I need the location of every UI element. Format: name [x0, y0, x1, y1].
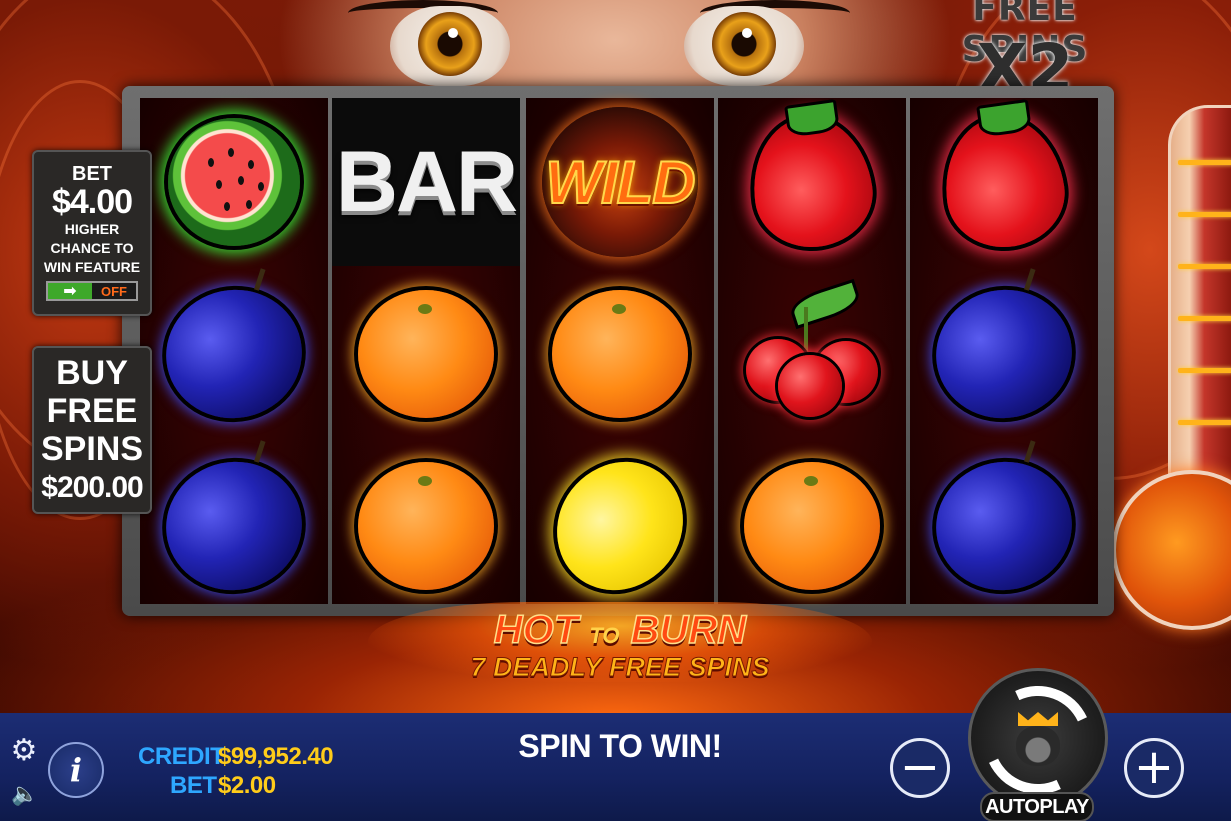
- bet-feature-panel[interactable]: BET $4.00 HIGHER CHANCE TO WIN FEATURE ➡…: [32, 150, 152, 316]
- strawberry-symbol: [744, 109, 880, 255]
- thermometer-tick: [1178, 316, 1231, 321]
- status-message: SPIN TO WIN!: [518, 728, 722, 764]
- thermometer-tick: [1178, 212, 1231, 217]
- orange-symbol: [744, 462, 880, 590]
- plum-symbol: [154, 449, 314, 603]
- reel-cell: [718, 270, 906, 438]
- bet-feature-line3: WIN FEATURE: [43, 259, 141, 275]
- watermelon-symbol: [168, 118, 300, 246]
- orange-symbol: [552, 290, 688, 418]
- reel-cell: [718, 98, 906, 266]
- reel-2: BAR: [332, 98, 520, 604]
- plum-symbol: [154, 277, 314, 431]
- thermometer-tick: [1178, 420, 1231, 425]
- plum-symbol: [924, 277, 1084, 431]
- game-logo-title: HOT TO BURN: [380, 607, 860, 653]
- logo-word-hot: HOT: [493, 607, 579, 653]
- thermometer-tube: [1168, 105, 1231, 515]
- toggle-state-label: OFF: [92, 283, 136, 299]
- thermometer-tick: [1178, 264, 1231, 269]
- arrow-right-icon: ➡: [48, 283, 92, 299]
- thermometer-tick: [1178, 160, 1231, 165]
- buy-free-spins-button[interactable]: BUY FREE SPINS $200.00: [32, 346, 152, 514]
- gear-icon[interactable]: ⚙: [8, 733, 40, 768]
- buy-price: $200.00: [41, 471, 143, 504]
- autoplay-button[interactable]: AUTOPLAY: [980, 792, 1094, 821]
- eye-right: [684, 6, 804, 86]
- reel-4: [718, 98, 906, 604]
- reel-cell: [910, 98, 1098, 266]
- bet-feature-label: BET: [72, 163, 112, 185]
- eye-left: [390, 6, 510, 86]
- game-logo-subtitle: 7 DEADLY FREE SPINS: [470, 652, 770, 683]
- reel-cell: [526, 442, 714, 610]
- logo-word-burn: BURN: [630, 607, 747, 653]
- reel-cell: [140, 98, 328, 266]
- reel-cell: [526, 270, 714, 438]
- reel-cell: [718, 442, 906, 610]
- bar-symbol: BAR: [335, 133, 518, 230]
- reel-cell: [910, 442, 1098, 610]
- thermometer-tick: [1178, 368, 1231, 373]
- buy-label: BUY: [56, 354, 128, 392]
- strawberry-symbol: [936, 109, 1072, 255]
- bet-feature-line2: CHANCE TO: [50, 240, 134, 256]
- orange-symbol: [358, 290, 494, 418]
- wild-symbol: WILD: [542, 107, 698, 257]
- credit-label: CREDIT: [138, 743, 225, 770]
- credit-value: $99,952.40: [218, 743, 334, 770]
- reel-cell: [910, 270, 1098, 438]
- reel-cell: [332, 442, 520, 610]
- reel-1: [140, 98, 328, 604]
- increase-bet-button[interactable]: +: [1124, 738, 1184, 798]
- bet-feature-amount: $4.00: [51, 183, 133, 221]
- bet-feature-toggle[interactable]: ➡ OFF: [46, 281, 138, 301]
- reel-cell: [332, 270, 520, 438]
- plum-symbol: [924, 449, 1084, 603]
- reel-3: WILD: [526, 98, 714, 607]
- bet-label: BET: [170, 772, 217, 799]
- spins-label: SPINS: [40, 430, 144, 468]
- orange-symbol: [358, 462, 494, 590]
- ape-king-icon: [1014, 712, 1062, 768]
- decrease-bet-button[interactable]: −: [890, 738, 950, 798]
- reel-5: [910, 98, 1098, 604]
- wild-label: WILD: [544, 148, 696, 217]
- cherry-symbol: [742, 278, 882, 419]
- reel-cell: [140, 442, 328, 610]
- lemon-symbol: [537, 445, 703, 607]
- bet-feature-line1: HIGHER: [64, 221, 120, 237]
- reel-cell: WILD: [526, 98, 714, 266]
- reel-cell: BAR: [332, 98, 520, 266]
- free-label: FREE: [46, 392, 138, 430]
- reel-cell: [140, 270, 328, 438]
- info-button[interactable]: i: [48, 742, 104, 798]
- speaker-icon[interactable]: 🔈: [10, 780, 40, 808]
- bet-value: $2.00: [218, 772, 276, 799]
- logo-word-to: TO: [589, 623, 620, 648]
